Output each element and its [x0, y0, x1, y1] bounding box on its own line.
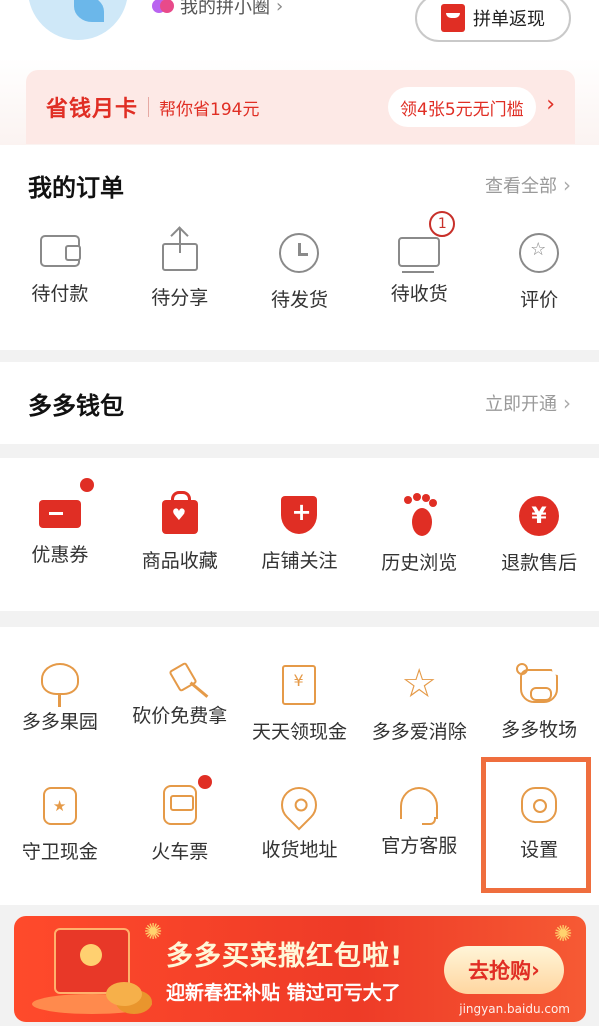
order-status-label: 评价	[520, 289, 559, 311]
service-label: 多多牧场	[501, 719, 578, 741]
shortcuts-card: 优惠券 商品收藏 店铺关注 历史浏览 ¥ 退款售后	[0, 458, 599, 611]
saving-monthly-card[interactable]: 省钱月卡 帮你省194元 领4张5元无门槛 ›	[26, 70, 575, 144]
chevron-right-icon: ›	[276, 0, 284, 17]
clock-icon	[279, 233, 320, 273]
banner-title: 多多买菜撒红包啦!	[166, 941, 404, 972]
daily-cash-shortcut[interactable]: 天天领现金	[240, 663, 360, 744]
service-label: 砍价免费拿	[132, 705, 228, 727]
star-wand-icon	[399, 661, 439, 707]
yen-icon: ¥	[519, 496, 560, 536]
coupon-icon	[38, 500, 81, 528]
my-orders-title: 我的订单	[28, 173, 124, 202]
shop-plus-icon	[281, 496, 318, 534]
chevron-right-icon: ›	[563, 173, 571, 197]
group-cashback-label: 拼单返现	[473, 9, 545, 30]
group-cashback-button[interactable]: 拼单返现	[415, 0, 571, 42]
chevron-right-icon: ›	[546, 92, 555, 117]
saving-card-subtitle: 帮你省194元	[159, 99, 260, 120]
order-pending-payment[interactable]: 待付款	[0, 229, 120, 312]
truck-icon	[398, 237, 441, 273]
chevron-right-icon: ›	[563, 391, 571, 415]
service-label: 官方客服	[381, 835, 458, 857]
location-pin-icon	[274, 779, 325, 831]
notification-dot	[197, 775, 212, 789]
tree-icon	[40, 663, 79, 707]
share-icon	[161, 229, 198, 271]
refund-aftersale-shortcut[interactable]: ¥ 退款售后	[479, 492, 599, 575]
activate-label: 立即开通	[485, 394, 557, 415]
shortcut-label: 历史浏览	[381, 552, 458, 574]
service-label: 多多爱消除	[371, 721, 467, 743]
cash-icon	[282, 665, 317, 705]
service-label: 多多果园	[21, 711, 98, 733]
service-label: 收货地址	[261, 839, 338, 861]
banner-subtitle: 迎新春狂补贴 错过可亏大了	[166, 982, 401, 1004]
order-pending-shipment[interactable]: 待发货	[240, 229, 360, 312]
bargain-shortcut[interactable]: 砍价免费拿	[120, 661, 240, 744]
followed-stores-shortcut[interactable]: 店铺关注	[240, 492, 360, 575]
bag-heart-icon	[161, 491, 198, 534]
jar-icon	[42, 787, 77, 825]
order-status-label: 待发货	[270, 289, 328, 311]
shipping-address-shortcut[interactable]: 收货地址	[240, 779, 360, 864]
settings-highlight-box	[481, 757, 591, 893]
shortcut-label: 优惠券	[31, 544, 89, 566]
product-favorites-shortcut[interactable]: 商品收藏	[120, 491, 240, 575]
axe-icon	[168, 661, 198, 693]
customer-service-shortcut[interactable]: 官方客服	[359, 783, 479, 864]
wallet-icon	[39, 235, 81, 267]
service-label: 火车票	[151, 841, 209, 863]
red-envelope-icon	[441, 4, 465, 32]
cow-icon	[516, 663, 559, 703]
browsing-history-shortcut[interactable]: 历史浏览	[359, 492, 479, 575]
grab-now-button[interactable]: 去抢购 ›	[444, 946, 564, 994]
order-review[interactable]: 评价	[479, 229, 599, 312]
firework-icon: ✺	[144, 920, 163, 945]
watermark: jingyan.baidu.com	[459, 1002, 570, 1016]
orchard-shortcut[interactable]: 多多果园	[0, 663, 120, 744]
avatar-bird-icon	[74, 0, 104, 22]
duoduo-wallet-card[interactable]: 多多钱包 立即开通 ›	[0, 362, 599, 444]
saving-card-title: 省钱月卡	[46, 97, 139, 122]
train-icon	[162, 785, 197, 825]
wallet-title: 多多钱包	[28, 391, 124, 420]
shortcut-label: 退款售后	[501, 552, 578, 574]
grab-now-label: 去抢购	[468, 959, 532, 983]
view-all-label: 查看全部	[485, 176, 557, 197]
match-game-shortcut[interactable]: 多多爱消除	[359, 661, 479, 744]
circle-dots-icon	[152, 0, 174, 13]
shortcut-label: 店铺关注	[261, 550, 338, 572]
service-label: 守卫现金	[21, 841, 98, 863]
shortcut-label: 商品收藏	[141, 550, 218, 572]
footprint-icon	[404, 496, 434, 536]
coupon-pill[interactable]: 领4张5元无门槛	[388, 87, 536, 127]
guard-cash-shortcut[interactable]: 守卫现金	[0, 783, 120, 864]
coins-icon	[106, 982, 142, 1006]
order-pending-share[interactable]: 待分享	[120, 229, 240, 312]
order-pending-receipt[interactable]: 1 待收货	[359, 211, 479, 312]
chevron-right-icon: ›	[531, 958, 540, 982]
avatar[interactable]	[28, 0, 128, 40]
service-label: 天天领现金	[251, 721, 347, 743]
ranch-shortcut[interactable]: 多多牧场	[479, 663, 599, 744]
train-ticket-shortcut[interactable]: 火车票	[120, 775, 240, 864]
order-status-label: 待分享	[151, 287, 209, 309]
grocery-promo-banner[interactable]: ✺ ✺ 多多买菜撒红包啦! 迎新春狂补贴 错过可亏大了 去抢购 › jingya…	[14, 916, 586, 1022]
order-status-label: 待收货	[390, 283, 448, 305]
activate-wallet-link[interactable]: 立即开通 ›	[485, 390, 571, 416]
divider	[148, 97, 150, 117]
my-circle-link[interactable]: 我的拼小圈 ›	[152, 0, 283, 18]
view-all-orders-link[interactable]: 查看全部 ›	[485, 172, 571, 198]
firework-icon: ✺	[554, 922, 573, 947]
headset-icon	[400, 787, 439, 825]
my-circle-label: 我的拼小圈	[180, 0, 270, 18]
count-badge: 1	[429, 211, 456, 237]
review-star-icon	[519, 233, 560, 273]
profile-header: 我的拼小圈 › 拼单返现 省钱月卡 帮你省194元 领4张5元无门槛 ›	[0, 0, 599, 145]
coupons-shortcut[interactable]: 优惠券	[0, 478, 120, 575]
order-status-label: 待付款	[31, 283, 89, 305]
notification-dot	[80, 478, 94, 492]
my-orders-card: 我的订单 查看全部 › 待付款 待分享 待发货 1 待收货 评价	[0, 145, 599, 350]
